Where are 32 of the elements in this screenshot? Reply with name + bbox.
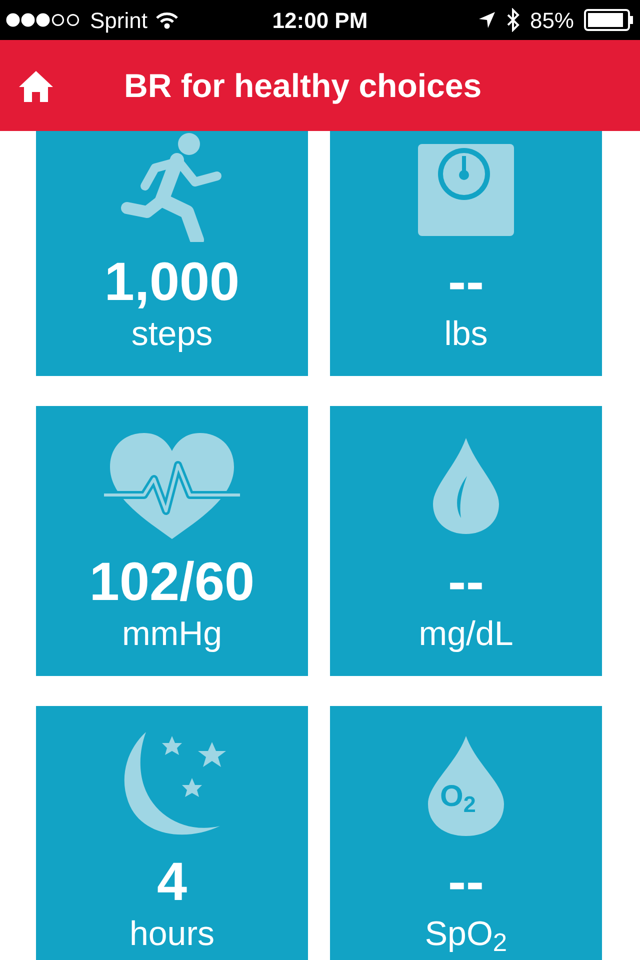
metric-tile[interactable]: O$_{2}$ -- SpO$_{2}$ [330, 706, 602, 960]
metric-tile[interactable]: -- lbs [330, 131, 602, 376]
metric-unit: mg/dL [418, 614, 514, 655]
metric-tile[interactable]: 102/60 mmHg [36, 406, 308, 676]
metric-unit: steps [131, 314, 213, 355]
metric-tile[interactable]: 1,000 steps [36, 131, 308, 376]
home-icon [17, 68, 55, 102]
metric-unit: hours [129, 914, 215, 955]
metric-value: 4 [156, 852, 188, 912]
metric-tile[interactable]: -- mg/dL [330, 406, 602, 676]
bluetooth-icon [506, 8, 520, 32]
carrier-name: Sprint [90, 6, 148, 35]
signal-strength-icon [6, 13, 82, 27]
clock-time: 12:00 PM [271, 6, 369, 34]
metric-unit: lbs [444, 314, 488, 355]
metric-value: -- [448, 852, 484, 912]
metric-value: -- [448, 552, 484, 612]
drop-icon [431, 436, 501, 536]
heart-rate-icon [104, 431, 240, 541]
battery-icon [584, 9, 634, 31]
metric-value: 102/60 [89, 552, 255, 612]
header-title: BR for healthy choices [124, 66, 482, 106]
drop-icon [426, 734, 506, 838]
metric-unit: mmHg [122, 614, 222, 655]
location-arrow-icon [478, 11, 496, 29]
metric-value: -- [448, 252, 484, 312]
metric-value: 1,000 [104, 252, 240, 312]
battery-percent: 85% [530, 6, 574, 34]
wifi-icon [155, 11, 180, 29]
oxygen-symbol: O$_{2}$ [440, 782, 476, 812]
metric-tile[interactable]: 4 hours [36, 706, 308, 960]
metric-unit: SpO$_{2}$ [424, 914, 508, 956]
